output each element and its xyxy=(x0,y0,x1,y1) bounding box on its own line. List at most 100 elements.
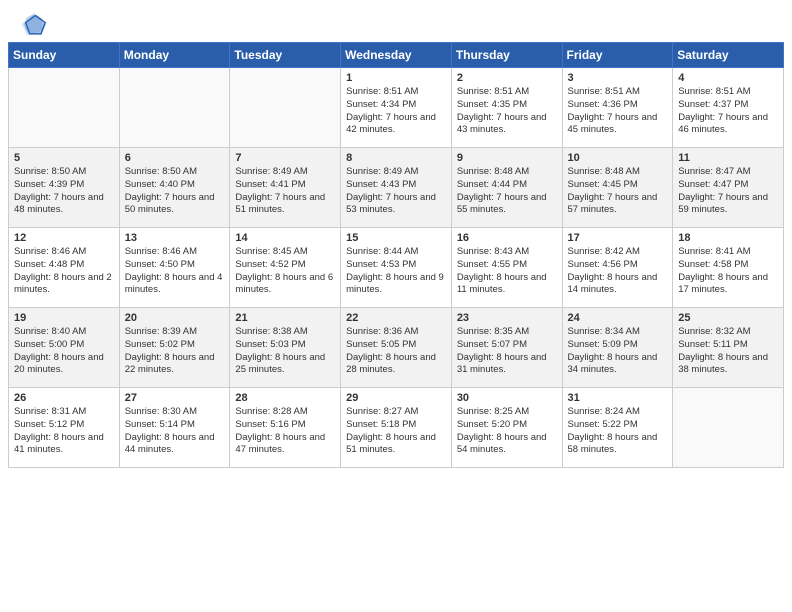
calendar-header-row: SundayMondayTuesdayWednesdayThursdayFrid… xyxy=(9,43,784,68)
day-info: Sunrise: 8:39 AM Sunset: 5:02 PM Dayligh… xyxy=(125,326,225,377)
day-info: Sunrise: 8:42 AM Sunset: 4:56 PM Dayligh… xyxy=(568,246,668,297)
calendar-cell: 1 Sunrise: 8:51 AM Sunset: 4:34 PM Daylig… xyxy=(341,68,452,148)
calendar-cell: 23 Sunrise: 8:35 AM Sunset: 5:07 PM Dayli… xyxy=(451,308,562,388)
day-number: 29 xyxy=(346,392,446,404)
calendar-cell: 13Sunrise: 8:46 AM Sunset: 4:50 PM Dayli… xyxy=(119,228,230,308)
calendar-cell: 6 Sunrise: 8:50 AM Sunset: 4:40 PM Daylig… xyxy=(119,148,230,228)
calendar-week-row: 1 Sunrise: 8:51 AM Sunset: 4:34 PM Daylig… xyxy=(9,68,784,148)
day-number: 16 xyxy=(457,232,557,244)
day-info: Sunrise: 8:51 AM Sunset: 4:37 PM Dayligh… xyxy=(678,86,778,137)
calendar-cell: 21Sunrise: 8:38 AM Sunset: 5:03 PM Dayli… xyxy=(230,308,341,388)
calendar-week-row: 26Sunrise: 8:31 AM Sunset: 5:12 PM Dayli… xyxy=(9,388,784,468)
day-info: Sunrise: 8:32 AM Sunset: 5:11 PM Dayligh… xyxy=(678,326,778,377)
calendar-cell: 18 Sunrise: 8:41 AM Sunset: 4:58 PM Dayli… xyxy=(673,228,784,308)
day-number: 25 xyxy=(678,312,778,324)
day-info: Sunrise: 8:40 AM Sunset: 5:00 PM Dayligh… xyxy=(14,326,114,377)
calendar-cell xyxy=(9,68,120,148)
weekday-header-friday: Friday xyxy=(562,43,673,68)
day-info: Sunrise: 8:48 AM Sunset: 4:44 PM Dayligh… xyxy=(457,166,557,217)
day-number: 28 xyxy=(235,392,335,404)
calendar-cell: 2 Sunrise: 8:51 AM Sunset: 4:35 PM Daylig… xyxy=(451,68,562,148)
day-number: 23 xyxy=(457,312,557,324)
calendar-cell xyxy=(230,68,341,148)
day-number: 10 xyxy=(568,152,668,164)
page-header xyxy=(0,0,792,42)
day-info: Sunrise: 8:24 AM Sunset: 5:22 PM Dayligh… xyxy=(568,406,668,457)
day-number: 7 xyxy=(235,152,335,164)
day-info: Sunrise: 8:43 AM Sunset: 4:55 PM Dayligh… xyxy=(457,246,557,297)
day-number: 17 xyxy=(568,232,668,244)
weekday-header-thursday: Thursday xyxy=(451,43,562,68)
calendar-cell: 15 Sunrise: 8:44 AM Sunset: 4:53 PM Dayli… xyxy=(341,228,452,308)
day-number: 20 xyxy=(125,312,225,324)
day-number: 11 xyxy=(678,152,778,164)
weekday-header-monday: Monday xyxy=(119,43,230,68)
day-info: Sunrise: 8:47 AM Sunset: 4:47 PM Dayligh… xyxy=(678,166,778,217)
calendar-wrapper: SundayMondayTuesdayWednesdayThursdayFrid… xyxy=(0,42,792,476)
calendar-cell: 29 Sunrise: 8:27 AM Sunset: 5:18 PM Dayli… xyxy=(341,388,452,468)
calendar-table: SundayMondayTuesdayWednesdayThursdayFrid… xyxy=(8,42,784,468)
day-info: Sunrise: 8:27 AM Sunset: 5:18 PM Dayligh… xyxy=(346,406,446,457)
day-number: 3 xyxy=(568,72,668,84)
calendar-cell: 19 Sunrise: 8:40 AM Sunset: 5:00 PM Dayli… xyxy=(9,308,120,388)
calendar-cell: 20 Sunrise: 8:39 AM Sunset: 5:02 PM Dayli… xyxy=(119,308,230,388)
day-number: 24 xyxy=(568,312,668,324)
calendar-cell: 28 Sunrise: 8:28 AM Sunset: 5:16 PM Dayli… xyxy=(230,388,341,468)
day-info: Sunrise: 8:48 AM Sunset: 4:45 PM Dayligh… xyxy=(568,166,668,217)
day-info: Sunrise: 8:41 AM Sunset: 4:58 PM Dayligh… xyxy=(678,246,778,297)
day-info: Sunrise: 8:36 AM Sunset: 5:05 PM Dayligh… xyxy=(346,326,446,377)
day-number: 1 xyxy=(346,72,446,84)
day-info: Sunrise: 8:25 AM Sunset: 5:20 PM Dayligh… xyxy=(457,406,557,457)
day-info: Sunrise: 8:51 AM Sunset: 4:34 PM Dayligh… xyxy=(346,86,446,137)
day-info: Sunrise: 8:35 AM Sunset: 5:07 PM Dayligh… xyxy=(457,326,557,377)
calendar-cell: 25 Sunrise: 8:32 AM Sunset: 5:11 PM Dayli… xyxy=(673,308,784,388)
day-number: 4 xyxy=(678,72,778,84)
day-info: Sunrise: 8:50 AM Sunset: 4:39 PM Dayligh… xyxy=(14,166,114,217)
calendar-cell: 31 Sunrise: 8:24 AM Sunset: 5:22 PM Dayli… xyxy=(562,388,673,468)
calendar-week-row: 5 Sunrise: 8:50 AM Sunset: 4:39 PM Daylig… xyxy=(9,148,784,228)
day-info: Sunrise: 8:44 AM Sunset: 4:53 PM Dayligh… xyxy=(346,246,446,297)
day-info: Sunrise: 8:46 AM Sunset: 4:48 PM Dayligh… xyxy=(14,246,114,297)
day-info: Sunrise: 8:49 AM Sunset: 4:41 PM Dayligh… xyxy=(235,166,335,217)
calendar-cell xyxy=(119,68,230,148)
calendar-cell: 3Sunrise: 8:51 AM Sunset: 4:36 PM Daylig… xyxy=(562,68,673,148)
day-number: 26 xyxy=(14,392,114,404)
day-number: 22 xyxy=(346,312,446,324)
calendar-cell: 8Sunrise: 8:49 AM Sunset: 4:43 PM Daylig… xyxy=(341,148,452,228)
day-number: 19 xyxy=(14,312,114,324)
day-number: 27 xyxy=(125,392,225,404)
calendar-cell: 24Sunrise: 8:34 AM Sunset: 5:09 PM Dayli… xyxy=(562,308,673,388)
day-number: 12 xyxy=(14,232,114,244)
calendar-cell: 5 Sunrise: 8:50 AM Sunset: 4:39 PM Daylig… xyxy=(9,148,120,228)
calendar-cell: 16 Sunrise: 8:43 AM Sunset: 4:55 PM Dayli… xyxy=(451,228,562,308)
day-number: 18 xyxy=(678,232,778,244)
day-number: 21 xyxy=(235,312,335,324)
calendar-cell: 9Sunrise: 8:48 AM Sunset: 4:44 PM Daylig… xyxy=(451,148,562,228)
day-number: 13 xyxy=(125,232,225,244)
calendar-cell xyxy=(673,388,784,468)
day-number: 2 xyxy=(457,72,557,84)
calendar-cell: 27 Sunrise: 8:30 AM Sunset: 5:14 PM Dayli… xyxy=(119,388,230,468)
calendar-cell: 11 Sunrise: 8:47 AM Sunset: 4:47 PM Dayli… xyxy=(673,148,784,228)
day-info: Sunrise: 8:51 AM Sunset: 4:35 PM Dayligh… xyxy=(457,86,557,137)
day-number: 8 xyxy=(346,152,446,164)
day-info: Sunrise: 8:28 AM Sunset: 5:16 PM Dayligh… xyxy=(235,406,335,457)
calendar-week-row: 12 Sunrise: 8:46 AM Sunset: 4:48 PM Dayli… xyxy=(9,228,784,308)
day-info: Sunrise: 8:30 AM Sunset: 5:14 PM Dayligh… xyxy=(125,406,225,457)
day-number: 6 xyxy=(125,152,225,164)
weekday-header-sunday: Sunday xyxy=(9,43,120,68)
calendar-cell: 10 Sunrise: 8:48 AM Sunset: 4:45 PM Dayli… xyxy=(562,148,673,228)
day-number: 5 xyxy=(14,152,114,164)
weekday-header-wednesday: Wednesday xyxy=(341,43,452,68)
day-number: 14 xyxy=(235,232,335,244)
day-number: 15 xyxy=(346,232,446,244)
calendar-cell: 7 Sunrise: 8:49 AM Sunset: 4:41 PM Daylig… xyxy=(230,148,341,228)
calendar-cell: 22 Sunrise: 8:36 AM Sunset: 5:05 PM Dayli… xyxy=(341,308,452,388)
weekday-header-saturday: Saturday xyxy=(673,43,784,68)
day-number: 31 xyxy=(568,392,668,404)
day-info: Sunrise: 8:50 AM Sunset: 4:40 PM Dayligh… xyxy=(125,166,225,217)
calendar-cell: 4 Sunrise: 8:51 AM Sunset: 4:37 PM Daylig… xyxy=(673,68,784,148)
day-info: Sunrise: 8:45 AM Sunset: 4:52 PM Dayligh… xyxy=(235,246,335,297)
generalblue-logo-icon xyxy=(20,10,48,38)
day-number: 30 xyxy=(457,392,557,404)
